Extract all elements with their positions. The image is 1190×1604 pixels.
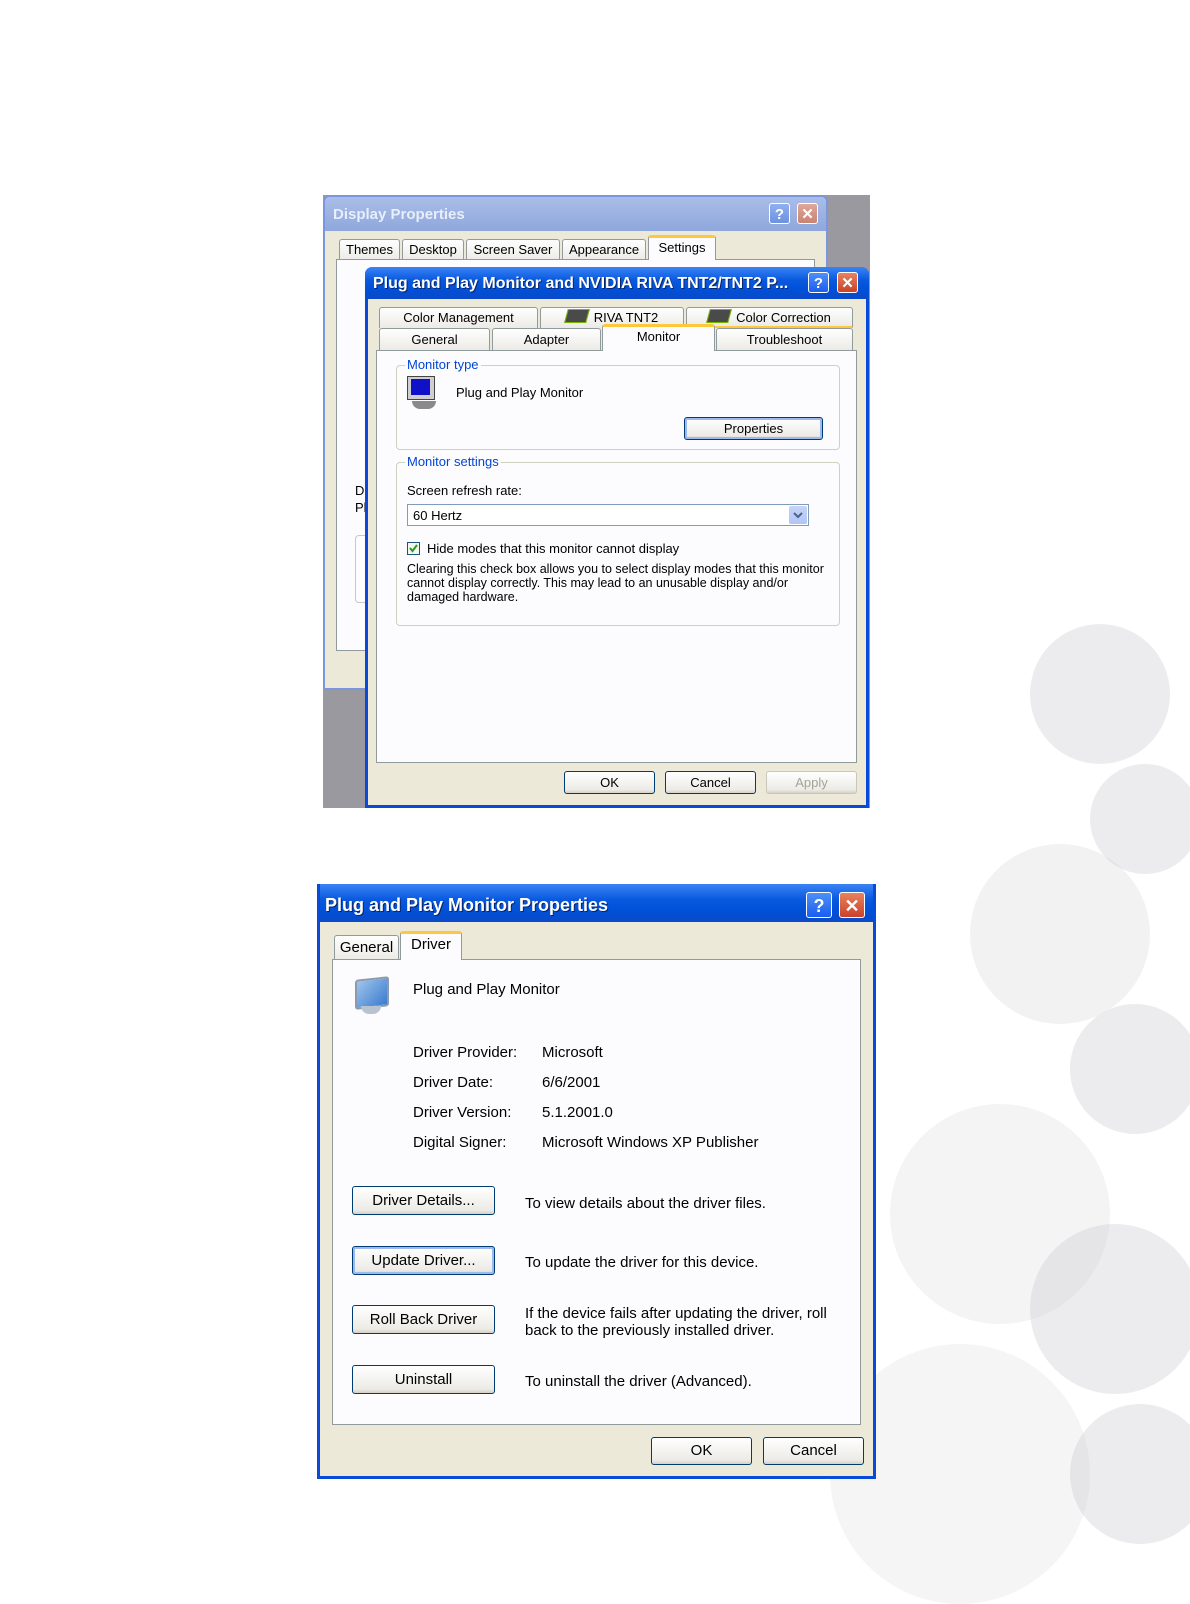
dialog-title: Plug and Play Monitor and NVIDIA RIVA TN…: [373, 275, 789, 292]
refresh-rate-label: Screen refresh rate:: [407, 483, 522, 498]
monitor-settings-group: Monitor settings Screen refresh rate: 60…: [396, 454, 840, 626]
apply-button[interactable]: Apply: [766, 771, 857, 794]
warning-text: Clearing this check box allows you to se…: [407, 562, 824, 604]
driver-provider-value: Microsoft: [542, 1044, 603, 1061]
ok-button[interactable]: OK: [651, 1437, 752, 1465]
driver-date-value: 6/6/2001: [542, 1074, 601, 1091]
device-name: Plug and Play Monitor: [413, 981, 560, 998]
driver-dialog-titlebar[interactable]: Plug and Play Monitor Properties ? ✕: [320, 884, 873, 922]
dialog-title: Plug and Play Monitor Properties: [325, 895, 609, 915]
driver-tab-page: Plug and Play Monitor Driver Provider: M…: [332, 959, 861, 1425]
driver-version-value: 5.1.2001.0: [542, 1104, 613, 1121]
tab-adapter[interactable]: Adapter: [492, 328, 601, 350]
cancel-button[interactable]: Cancel: [665, 771, 756, 794]
driver-version-label: Driver Version:: [413, 1104, 512, 1121]
monitor-type-group: Monitor type Plug and Play Monitor Prope…: [396, 357, 840, 450]
tab-troubleshoot[interactable]: Troubleshoot: [716, 328, 853, 350]
refresh-rate-value: 60 Hertz: [413, 508, 463, 523]
driver-details-description: To view details about the driver files.: [525, 1195, 766, 1212]
cancel-button[interactable]: Cancel: [763, 1437, 864, 1465]
uninstall-button[interactable]: Uninstall: [352, 1365, 495, 1394]
monitor-type-legend: Monitor type: [405, 357, 481, 372]
monitor-properties-dialog: Plug and Play Monitor and NVIDIA RIVA TN…: [365, 267, 869, 808]
tab-general[interactable]: General: [379, 328, 490, 350]
driver-date-label: Driver Date:: [413, 1074, 494, 1091]
help-icon[interactable]: ?: [769, 203, 790, 224]
digital-signer-value: Microsoft Windows XP Publisher: [542, 1134, 759, 1151]
dropdown-arrow-icon[interactable]: [789, 506, 807, 524]
screenshot-display-properties: Display Properties ? ✕ Themes Desktop Sc…: [323, 195, 870, 808]
tab-color-management[interactable]: Color Management: [379, 307, 538, 328]
monitor-settings-legend: Monitor settings: [405, 454, 501, 469]
ok-button[interactable]: OK: [564, 771, 655, 794]
tab-general[interactable]: General: [334, 935, 399, 960]
digital-signer-label: Digital Signer:: [413, 1134, 507, 1151]
uninstall-description: To uninstall the driver (Advanced).: [525, 1373, 752, 1390]
tab-driver[interactable]: Driver: [400, 931, 462, 960]
tab-themes[interactable]: Themes: [339, 239, 400, 260]
nvidia-icon: [563, 309, 590, 323]
tab-appearance[interactable]: Appearance: [562, 239, 646, 260]
roll-back-driver-description: If the device fails after updating the d…: [525, 1305, 827, 1339]
display-properties-titlebar[interactable]: Display Properties ? ✕: [325, 197, 826, 231]
tab-desktop[interactable]: Desktop: [402, 239, 464, 260]
monitor-dialog-titlebar[interactable]: Plug and Play Monitor and NVIDIA RIVA TN…: [365, 267, 869, 299]
monitor-name: Plug and Play Monitor: [456, 385, 584, 400]
checkbox-checked-icon[interactable]: [407, 542, 420, 555]
monitor-icon: [407, 376, 437, 412]
window-title: Display Properties: [333, 206, 465, 223]
close-icon[interactable]: ✕: [839, 892, 865, 918]
close-icon[interactable]: ✕: [797, 203, 818, 224]
help-icon[interactable]: ?: [806, 892, 832, 918]
driver-details-button[interactable]: Driver Details...: [352, 1186, 495, 1215]
tab-screen-saver[interactable]: Screen Saver: [466, 239, 560, 260]
screenshot-driver-properties: Plug and Play Monitor Properties ? ✕ Gen…: [317, 884, 876, 1479]
roll-back-driver-button[interactable]: Roll Back Driver: [352, 1305, 495, 1334]
close-icon[interactable]: ✕: [837, 272, 858, 293]
monitor-icon: [353, 976, 389, 1018]
help-icon[interactable]: ?: [808, 272, 829, 293]
nvidia-icon: [706, 309, 733, 323]
hide-modes-label[interactable]: Hide modes that this monitor cannot disp…: [427, 541, 679, 556]
refresh-rate-select[interactable]: 60 Hertz: [407, 504, 809, 526]
driver-provider-label: Driver Provider:: [413, 1044, 518, 1061]
update-driver-description: To update the driver for this device.: [525, 1254, 759, 1271]
tab-monitor[interactable]: Monitor: [602, 324, 715, 351]
tab-settings[interactable]: Settings: [648, 235, 716, 260]
properties-button[interactable]: Properties: [684, 417, 823, 440]
monitor-tab-page: Monitor type Plug and Play Monitor Prope…: [376, 350, 857, 763]
update-driver-button[interactable]: Update Driver...: [352, 1246, 495, 1275]
